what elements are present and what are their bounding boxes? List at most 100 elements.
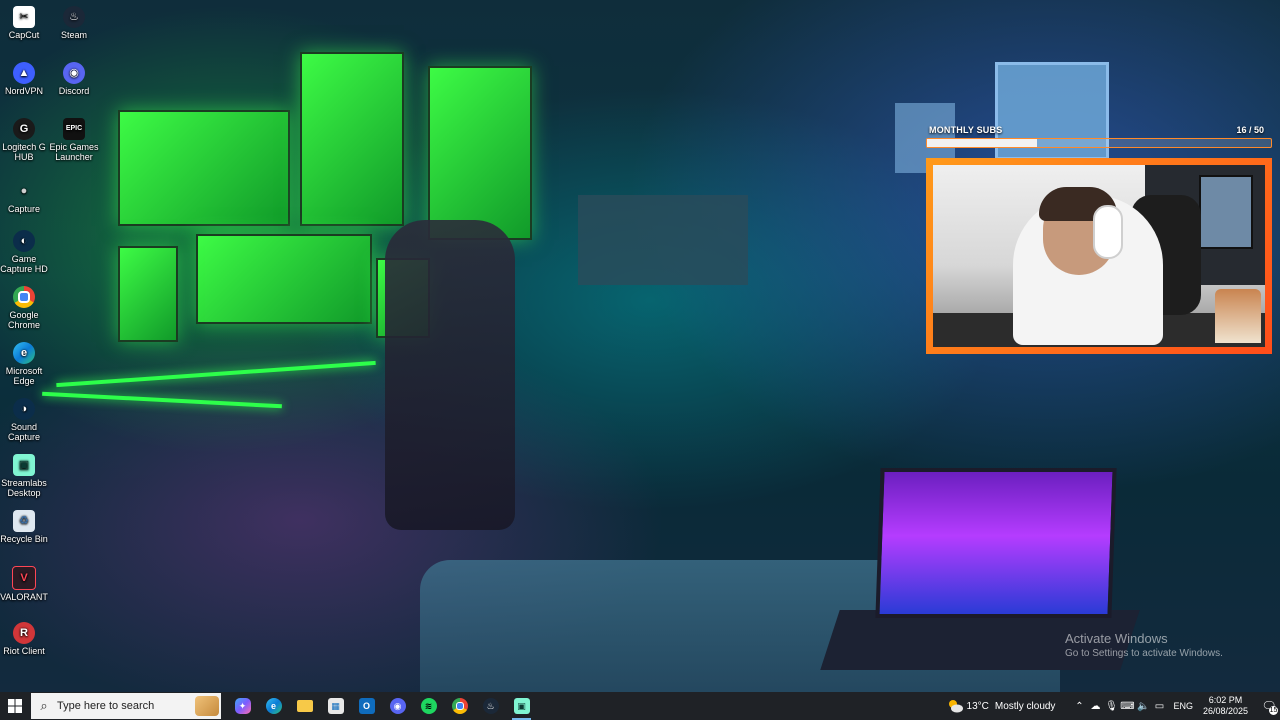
- desktop-icon-sound-capture[interactable]: ◑ Sound Capture: [0, 394, 51, 442]
- discord-icon: ◉: [389, 698, 406, 714]
- subs-title: MONTHLY SUBS: [929, 125, 1003, 135]
- volume-icon[interactable]: 🔈: [1135, 701, 1151, 712]
- desktop-icon-logitech-g-hub[interactable]: G Logitech G HUB: [0, 114, 51, 162]
- desktop-icon-valorant[interactable]: V VALORANT: [0, 562, 51, 602]
- nordvpn-icon: ▲: [13, 62, 35, 84]
- wallpaper-monitor: [300, 52, 404, 226]
- taskbar-search-box[interactable]: ⌕ Type here to search: [31, 693, 221, 719]
- microphone-icon[interactable]: 🎙: [1103, 701, 1119, 712]
- chrome-icon: [13, 286, 35, 308]
- game-capture-hd-icon: ◐: [13, 230, 35, 252]
- activate-windows-watermark: Activate Windows Go to Settings to activ…: [1065, 631, 1223, 659]
- start-button[interactable]: [0, 692, 30, 720]
- discord-icon: ◉: [63, 62, 85, 84]
- taskbar-app-file-explorer[interactable]: [289, 692, 320, 720]
- taskbar-app-microsoft-store[interactable]: ▦: [320, 692, 351, 720]
- desktop-icon-label: Epic Games Launcher: [49, 142, 99, 162]
- notification-center-button[interactable]: 🗨 15: [1258, 692, 1280, 720]
- wallpaper-monitor: [118, 110, 290, 226]
- taskbar-app-copilot[interactable]: ✦: [227, 692, 258, 720]
- wallpaper-desk-light: [42, 391, 282, 409]
- desktop-icon-label: NordVPN: [4, 86, 43, 96]
- subs-progress-bar: [926, 138, 1272, 148]
- activate-windows-subtitle: Go to Settings to activate Windows.: [1065, 648, 1223, 659]
- folder-icon: [296, 700, 313, 712]
- desktop-icon-label: CapCut: [8, 30, 40, 40]
- taskbar-app-outlook[interactable]: O: [351, 692, 382, 720]
- network-icon[interactable]: ⌨: [1119, 701, 1135, 712]
- desktop-icon-steam[interactable]: ♨ Steam: [47, 2, 101, 40]
- taskbar-app-streamlabs[interactable]: ▣: [506, 692, 537, 720]
- chrome-icon: [451, 698, 468, 714]
- webcam-feed: [933, 165, 1265, 347]
- recycle-bin-icon: ♻: [13, 510, 35, 532]
- desktop-icon-microsoft-edge[interactable]: e Microsoft Edge: [0, 338, 51, 386]
- edge-icon: e: [13, 342, 35, 364]
- activate-windows-title: Activate Windows: [1065, 631, 1168, 646]
- riot-client-icon: R: [13, 622, 35, 644]
- desktop-icon-streamlabs[interactable]: ▣ Streamlabs Desktop: [0, 450, 51, 498]
- steam-icon: ♨: [482, 698, 499, 714]
- search-icon: ⌕: [40, 698, 48, 713]
- desktop-icon-capcut[interactable]: ✂ CapCut: [0, 2, 51, 40]
- taskbar-app-spotify[interactable]: ≋: [413, 692, 444, 720]
- desktop-icon-label: Google Chrome: [7, 310, 40, 330]
- capture-icon: ●: [20, 185, 28, 197]
- webcam-background-screen: [1199, 175, 1253, 249]
- system-tray: 13°C Mostly cloudy ⌃ ☁ 🎙 ⌨ 🔈 ▭ ENG 6:02 …: [947, 692, 1280, 720]
- desktop-icon-nordvpn[interactable]: ▲ NordVPN: [0, 58, 51, 96]
- spotify-icon: ≋: [420, 698, 437, 714]
- desktop-icon-riot-client[interactable]: R Riot Client: [0, 618, 51, 656]
- webcam-overlay: [926, 158, 1272, 354]
- battery-icon[interactable]: ▭: [1151, 701, 1167, 712]
- desktop-icon-game-capture-hd[interactable]: ◐ Game Capture HD: [0, 226, 51, 274]
- subs-progress-fill: [927, 139, 1038, 147]
- wallpaper-monitor: [118, 246, 178, 342]
- weather-condition: Mostly cloudy: [994, 700, 1056, 712]
- streamlabs-icon: ▣: [13, 454, 35, 476]
- taskbar-clock[interactable]: 6:02 PM 26/08/2025: [1203, 695, 1248, 717]
- windows-logo-icon: [8, 699, 22, 713]
- language-indicator[interactable]: ENG: [1173, 701, 1193, 711]
- subs-count: 16 / 50: [1236, 125, 1264, 135]
- desktop-icon-recycle-bin[interactable]: ♻ Recycle Bin: [0, 506, 51, 544]
- avatar: [1215, 289, 1261, 343]
- copilot-icon: ✦: [234, 698, 251, 714]
- edge-icon: e: [265, 698, 282, 714]
- weather-widget[interactable]: 13°C Mostly cloudy: [947, 699, 1056, 713]
- desktop-icon-label: Game Capture HD: [0, 254, 48, 274]
- capcut-icon: ✂: [13, 6, 35, 28]
- logitech-g-hub-icon: G: [13, 118, 35, 140]
- wallpaper-laptop-screen: [875, 468, 1117, 618]
- desktop-icon-epic-games[interactable]: EPIC Epic Games Launcher: [47, 114, 101, 162]
- wallpaper-desk-light: [56, 360, 376, 388]
- taskbar-app-steam[interactable]: ♨: [475, 692, 506, 720]
- streamlabs-icon: ▣: [513, 698, 530, 714]
- desktop-icon-capture[interactable]: ● Capture: [0, 176, 51, 215]
- desktop-icon-label: Microsoft Edge: [5, 366, 43, 386]
- wallpaper-chair: [385, 220, 515, 530]
- wallpaper-monitor: [428, 66, 532, 240]
- cloud-icon[interactable]: ☁: [1087, 701, 1103, 712]
- subs-current: 16: [1236, 125, 1247, 135]
- chevron-up-icon[interactable]: ⌃: [1071, 701, 1087, 712]
- desktop-icon-label: Sound Capture: [7, 422, 41, 442]
- desktop-icon-label: Riot Client: [3, 646, 45, 656]
- subs-separator: /: [1246, 125, 1254, 135]
- desktop-icon-discord[interactable]: ◉ Discord: [47, 58, 101, 96]
- valorant-icon: V: [12, 566, 36, 590]
- desktop-icon-google-chrome[interactable]: Google Chrome: [0, 282, 51, 330]
- clock-time: 6:02 PM: [1208, 695, 1243, 705]
- outlook-icon: O: [358, 698, 375, 714]
- subs-goal: 50: [1253, 125, 1264, 135]
- taskbar-app-chrome[interactable]: [444, 692, 475, 720]
- taskbar-app-discord[interactable]: ◉: [382, 692, 413, 720]
- headset-icon: [1093, 205, 1123, 259]
- store-icon: ▦: [327, 698, 344, 714]
- epic-games-icon: EPIC: [63, 118, 85, 140]
- taskbar-app-edge[interactable]: e: [258, 692, 289, 720]
- search-highlight-icon: [195, 696, 219, 716]
- notification-count-badge: 15: [1269, 706, 1278, 715]
- desktop-icon-label: Streamlabs Desktop: [1, 478, 47, 498]
- desktop-icon-label: Capture: [7, 204, 41, 214]
